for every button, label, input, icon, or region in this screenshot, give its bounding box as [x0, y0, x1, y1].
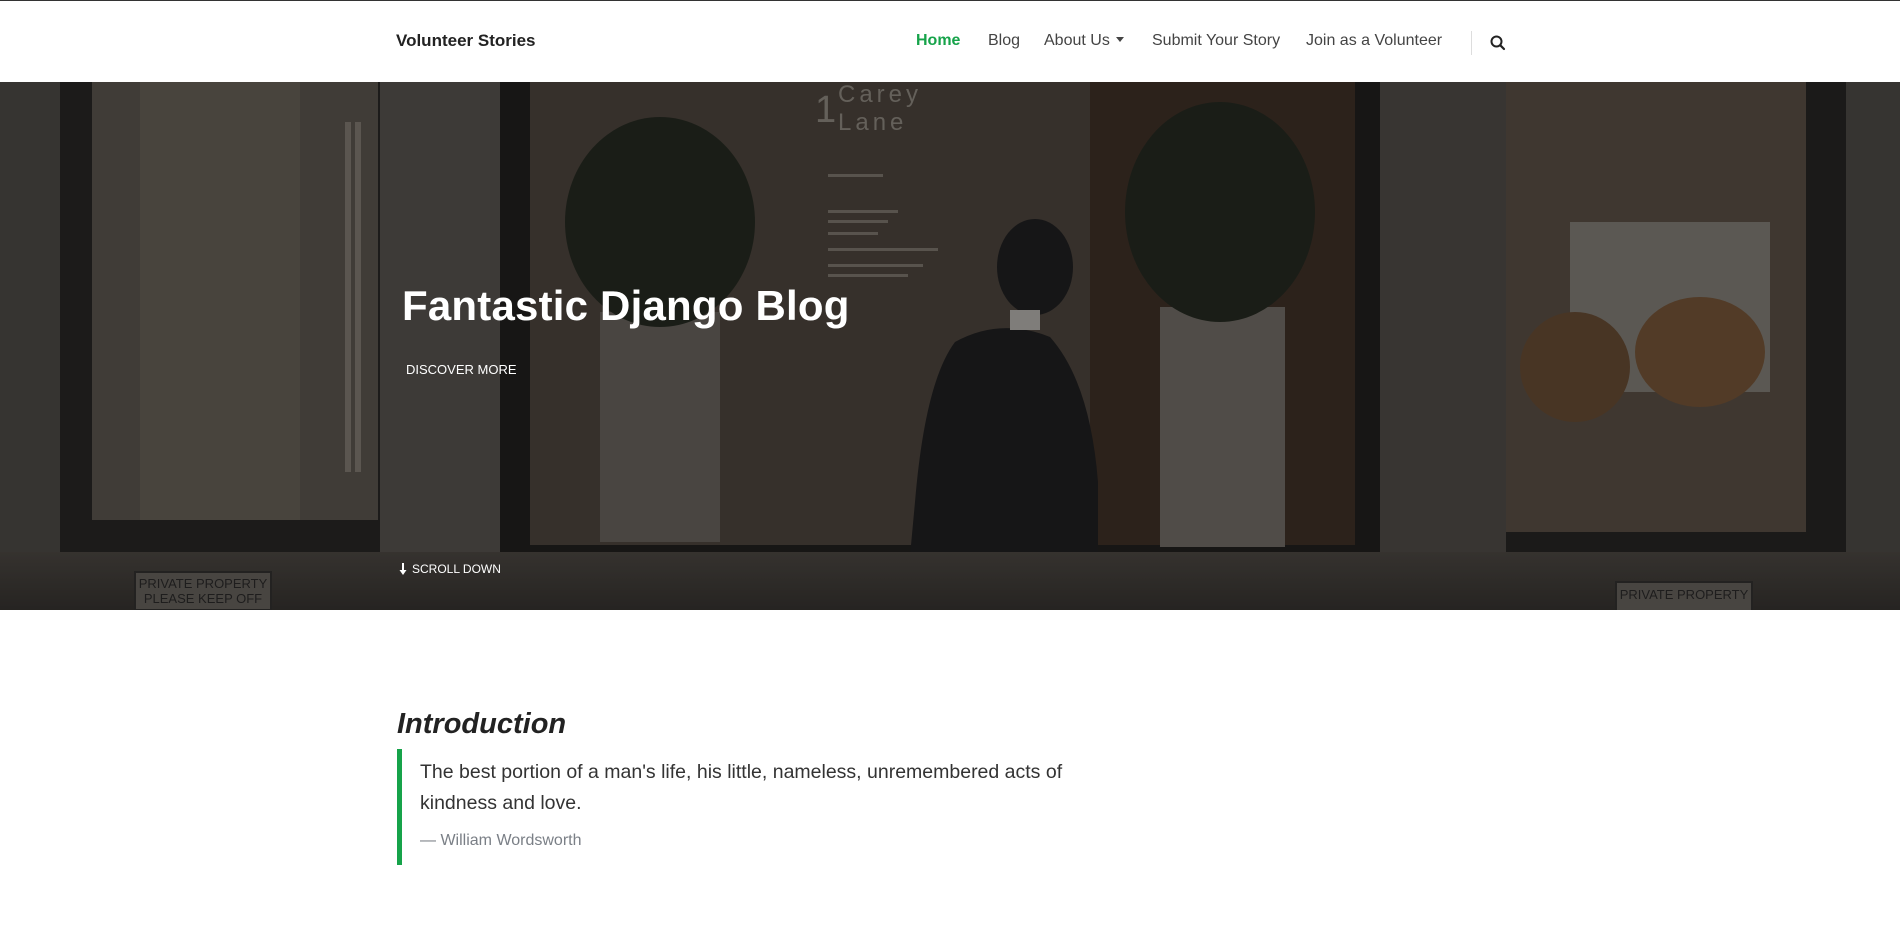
nav-submit-story[interactable]: Submit Your Story [1152, 32, 1280, 50]
scroll-down-link[interactable]: SCROLL DOWN [399, 562, 501, 576]
navbar: Volunteer Stories Home Blog About Us Sub… [0, 1, 1900, 81]
nav-about-us-label: About Us [1044, 32, 1110, 49]
hero-section: 1 Carey Lane PRIVATE PROPERTY PLEASE KEE… [0, 82, 1900, 610]
intro-quote: The best portion of a man's life, his li… [397, 749, 1097, 865]
intro-heading: Introduction [397, 708, 567, 740]
hero-title: Fantastic Django Blog [402, 282, 850, 329]
nav-home[interactable]: Home [916, 32, 960, 50]
chevron-down-icon [1115, 37, 1124, 42]
quote-text: The best portion of a man's life, his li… [420, 761, 1063, 814]
search-icon[interactable] [1488, 33, 1508, 53]
discover-more-button[interactable]: DISCOVER MORE [406, 362, 517, 377]
nav-blog[interactable]: Blog [988, 32, 1020, 50]
nav-about-us[interactable]: About Us [1044, 32, 1124, 50]
nav-divider [1471, 31, 1472, 55]
arrow-down-icon [399, 563, 407, 575]
quote-author: — William Wordsworth [420, 832, 582, 849]
scroll-down-label: SCROLL DOWN [412, 562, 501, 576]
nav-join-volunteer[interactable]: Join as a Volunteer [1306, 32, 1442, 50]
site-brand[interactable]: Volunteer Stories [396, 31, 536, 51]
hero-background-image: 1 Carey Lane PRIVATE PROPERTY PLEASE KEE… [0, 82, 1900, 610]
